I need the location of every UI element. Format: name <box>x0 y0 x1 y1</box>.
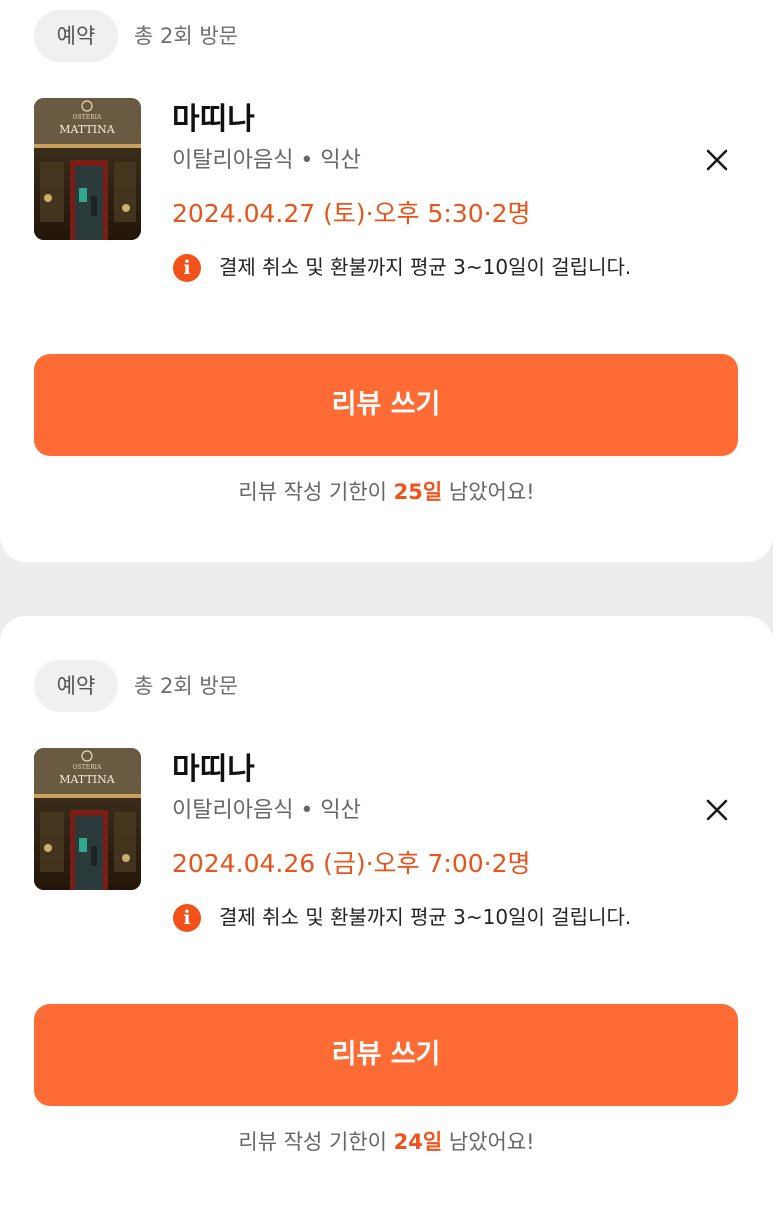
refund-notice: 결제 취소 및 환불까지 평균 3~10일이 걸립니다. <box>219 905 632 929</box>
deadline-days: 25일 <box>393 480 443 504</box>
info-icon: i <box>173 904 201 932</box>
thumbnail-sign-small: OSTERIA <box>73 764 102 771</box>
close-icon[interactable] <box>700 143 734 177</box>
restaurant-name[interactable]: 마띠나 <box>172 100 255 140</box>
reservation-card: 예약 총 2회 방문 OSTERIA MATTINA 마띠나 이탈리아음식 • … <box>0 0 773 562</box>
deadline-suffix: 남았어요! <box>448 1130 535 1154</box>
reservation-card: 예약 총 2회 방문 OSTERIA MATTINA 마띠나 이탈리아음식 • … <box>0 616 773 1216</box>
review-deadline: 리뷰 작성 기한이 25일 남았어요! <box>0 472 773 512</box>
reservation-badge: 예약 <box>34 660 118 712</box>
visit-count: 총 2회 방문 <box>134 674 238 698</box>
reservation-badge: 예약 <box>34 10 118 62</box>
deadline-prefix: 리뷰 작성 기한이 <box>238 1130 387 1154</box>
write-review-button[interactable]: 리뷰 쓰기 <box>34 354 738 456</box>
deadline-prefix: 리뷰 작성 기한이 <box>238 480 387 504</box>
visit-count: 총 2회 방문 <box>134 24 238 48</box>
restaurant-category: 이탈리아음식 • 익산 <box>172 798 361 823</box>
restaurant-thumbnail[interactable]: OSTERIA MATTINA <box>34 98 141 240</box>
refund-notice: 결제 취소 및 환불까지 평균 3~10일이 걸립니다. <box>219 255 632 279</box>
thumbnail-sign: MATTINA <box>59 123 115 136</box>
deadline-suffix: 남았어요! <box>448 480 535 504</box>
deadline-days: 24일 <box>393 1130 443 1154</box>
thumbnail-sign-small: OSTERIA <box>73 114 102 121</box>
reservation-datetime: 2024.04.26 (금)·오후 7:00·2명 <box>172 849 531 878</box>
reservation-datetime: 2024.04.27 (토)·오후 5:30·2명 <box>172 199 531 228</box>
review-deadline: 리뷰 작성 기한이 24일 남았어요! <box>0 1122 773 1162</box>
info-icon: i <box>173 254 201 282</box>
restaurant-name[interactable]: 마띠나 <box>172 750 255 790</box>
write-review-button[interactable]: 리뷰 쓰기 <box>34 1004 738 1106</box>
close-icon[interactable] <box>700 793 734 827</box>
restaurant-thumbnail[interactable]: OSTERIA MATTINA <box>34 748 141 890</box>
thumbnail-sign: MATTINA <box>59 773 115 786</box>
restaurant-category: 이탈리아음식 • 익산 <box>172 148 361 173</box>
